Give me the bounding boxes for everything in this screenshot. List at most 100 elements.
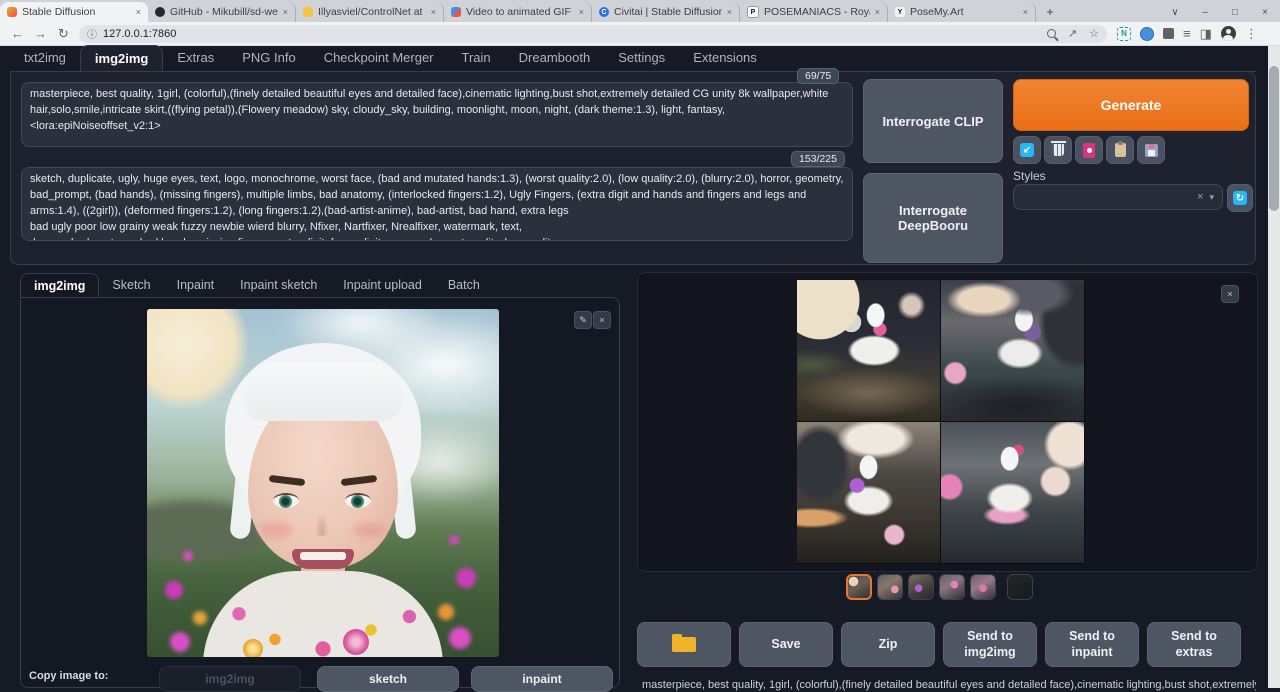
gallery-image-3[interactable] xyxy=(797,422,940,563)
browser-menu-icon[interactable]: ⋮ xyxy=(1245,27,1258,40)
subtab-img2img[interactable]: img2img xyxy=(20,273,99,299)
tab-img2img[interactable]: img2img xyxy=(80,45,163,72)
extension-blue-icon[interactable] xyxy=(1140,27,1154,41)
send-to-img2img-button[interactable]: Send to img2img xyxy=(943,622,1037,667)
save-button[interactable]: Save xyxy=(739,622,833,667)
prompt-token-counter: 69/75 xyxy=(797,68,839,84)
send-to-inpaint-button[interactable]: Send to inpaint xyxy=(1045,622,1139,667)
pencil-icon: ✎ xyxy=(579,315,587,326)
portrait-eye xyxy=(273,493,299,508)
browser-tab-stable-diffusion[interactable]: Stable Diffusion × xyxy=(0,2,148,22)
copy-to-sketch-button[interactable]: sketch xyxy=(317,666,459,692)
site-info-icon[interactable]: ⓘ xyxy=(87,26,97,41)
gallery-thumbnail[interactable] xyxy=(970,574,996,600)
styles-dropdown[interactable]: × ▾ xyxy=(1013,184,1223,210)
close-gallery-button[interactable]: × xyxy=(1221,285,1239,303)
negative-prompt-input[interactable]: sketch, duplicate, ugly, huge eyes, text… xyxy=(21,167,853,241)
tab-settings[interactable]: Settings xyxy=(604,45,679,71)
prompt-input[interactable]: masterpiece, best quality, 1girl, (color… xyxy=(21,82,853,147)
flower-card-icon xyxy=(1083,143,1095,158)
apply-style-button[interactable] xyxy=(1106,136,1134,164)
subtab-batch[interactable]: Batch xyxy=(435,273,493,298)
new-tab-button[interactable]: + xyxy=(1042,4,1058,20)
subtab-inpaint-sketch[interactable]: Inpaint sketch xyxy=(227,273,330,298)
subtab-inpaint-upload[interactable]: Inpaint upload xyxy=(330,273,435,298)
read-generation-params-button[interactable]: ↙ xyxy=(1013,136,1041,164)
browser-tab-posemaniacs[interactable]: P POSEMANIACS - Royalty free 3 × xyxy=(740,2,888,22)
gallery-thumbnail[interactable] xyxy=(1007,574,1033,600)
extra-networks-button[interactable] xyxy=(1075,136,1103,164)
gallery-image-1[interactable] xyxy=(797,280,940,421)
source-image-portrait[interactable] xyxy=(147,309,499,657)
url-text[interactable]: 127.0.0.1:7860 xyxy=(103,28,1037,40)
clear-prompt-button[interactable] xyxy=(1044,136,1072,164)
tab-title: GitHub - Mikubill/sd-webui-co xyxy=(170,6,278,18)
side-panel-icon[interactable]: ◨ xyxy=(1200,27,1212,40)
civitai-favicon-icon: C xyxy=(599,7,609,17)
tab-extras[interactable]: Extras xyxy=(163,45,228,71)
tab-close-icon[interactable]: × xyxy=(1023,7,1028,17)
remove-image-button[interactable]: × xyxy=(593,311,611,329)
gallery-thumbnail[interactable] xyxy=(877,574,903,600)
extension-n-icon[interactable]: N xyxy=(1117,27,1131,41)
browser-tab-gif-converter[interactable]: Video to animated GIF converter × xyxy=(444,2,592,22)
tab-title: PoseMy.Art xyxy=(910,6,1018,18)
copy-to-img2img-button[interactable]: img2img xyxy=(159,666,301,692)
subtab-inpaint[interactable]: Inpaint xyxy=(164,273,228,298)
tab-checkpoint-merger[interactable]: Checkpoint Merger xyxy=(310,45,448,71)
bookmark-star-icon[interactable]: ☆ xyxy=(1089,27,1099,40)
page-scrollbar-thumb[interactable] xyxy=(1269,66,1279,211)
tab-extensions[interactable]: Extensions xyxy=(679,45,771,71)
reload-button[interactable]: ↻ xyxy=(52,27,75,40)
browser-tab-controlnet[interactable]: Illyasviel/ControlNet at main × xyxy=(296,2,444,22)
browser-toolbar: ← → ↻ ⓘ 127.0.0.1:7860 ↗ ☆ N ≡ ◨ ⋮ xyxy=(0,22,1280,46)
github-favicon-icon xyxy=(155,7,165,17)
refresh-styles-button[interactable]: ↻ xyxy=(1227,184,1253,212)
address-bar[interactable]: ⓘ 127.0.0.1:7860 ↗ ☆ xyxy=(79,25,1107,43)
portrait-hair-front xyxy=(243,363,403,421)
forward-button[interactable]: → xyxy=(29,27,52,40)
generate-button[interactable]: Generate xyxy=(1013,79,1249,131)
tab-close-icon[interactable]: × xyxy=(579,7,584,17)
styles-label: Styles xyxy=(1013,169,1046,183)
tab-close-icon[interactable]: × xyxy=(431,7,436,17)
tab-dreambooth[interactable]: Dreambooth xyxy=(505,45,605,71)
subtab-sketch[interactable]: Sketch xyxy=(99,273,163,298)
gallery-image-2[interactable] xyxy=(941,280,1084,421)
extensions-puzzle-icon[interactable] xyxy=(1163,28,1174,39)
gallery-image-4[interactable] xyxy=(941,422,1084,563)
gallery-thumbnail[interactable] xyxy=(908,574,934,600)
window-close-button[interactable]: × xyxy=(1250,7,1280,18)
save-style-button[interactable] xyxy=(1137,136,1165,164)
edit-image-button[interactable]: ✎ xyxy=(574,311,592,329)
browser-tab-civitai[interactable]: C Civitai | Stable Diffusion model × xyxy=(592,2,740,22)
gallery-thumbnail[interactable] xyxy=(939,574,965,600)
interrogate-deepbooru-button[interactable]: Interrogate DeepBooru xyxy=(863,173,1003,263)
zip-button[interactable]: Zip xyxy=(841,622,935,667)
copy-to-inpaint-button[interactable]: inpaint xyxy=(471,666,613,692)
window-maximize-button[interactable]: □ xyxy=(1220,7,1250,18)
tab-list-icon[interactable]: ≡ xyxy=(1183,27,1191,40)
tab-close-icon[interactable]: × xyxy=(727,7,732,17)
tab-close-icon[interactable]: × xyxy=(875,7,880,17)
tab-png-info[interactable]: PNG Info xyxy=(228,45,309,71)
browser-tab-github[interactable]: GitHub - Mikubill/sd-webui-co × xyxy=(148,2,296,22)
share-icon[interactable]: ↗ xyxy=(1068,27,1077,40)
open-folder-button[interactable] xyxy=(637,622,731,667)
interrogate-clip-button[interactable]: Interrogate CLIP xyxy=(863,79,1003,163)
browser-chevron-icon[interactable]: ∨ xyxy=(1160,7,1190,18)
img2img-sub-tabs: img2img Sketch Inpaint Inpaint sketch In… xyxy=(20,272,493,298)
tab-txt2img[interactable]: txt2img xyxy=(10,45,80,71)
tab-close-icon[interactable]: × xyxy=(283,7,288,17)
browser-tab-posemy[interactable]: Y PoseMy.Art × xyxy=(888,2,1036,22)
profile-avatar[interactable] xyxy=(1221,26,1236,41)
tab-title: Civitai | Stable Diffusion model xyxy=(614,6,722,18)
gallery-thumbnail-selected[interactable] xyxy=(846,574,872,600)
tab-train[interactable]: Train xyxy=(448,45,505,71)
send-to-extras-button[interactable]: Send to extras xyxy=(1147,622,1241,667)
window-minimize-button[interactable]: – xyxy=(1190,7,1220,18)
back-button[interactable]: ← xyxy=(6,27,29,40)
clear-styles-icon[interactable]: × xyxy=(1197,191,1203,203)
tab-close-icon[interactable]: × xyxy=(136,7,141,17)
zoom-icon[interactable] xyxy=(1047,29,1056,38)
